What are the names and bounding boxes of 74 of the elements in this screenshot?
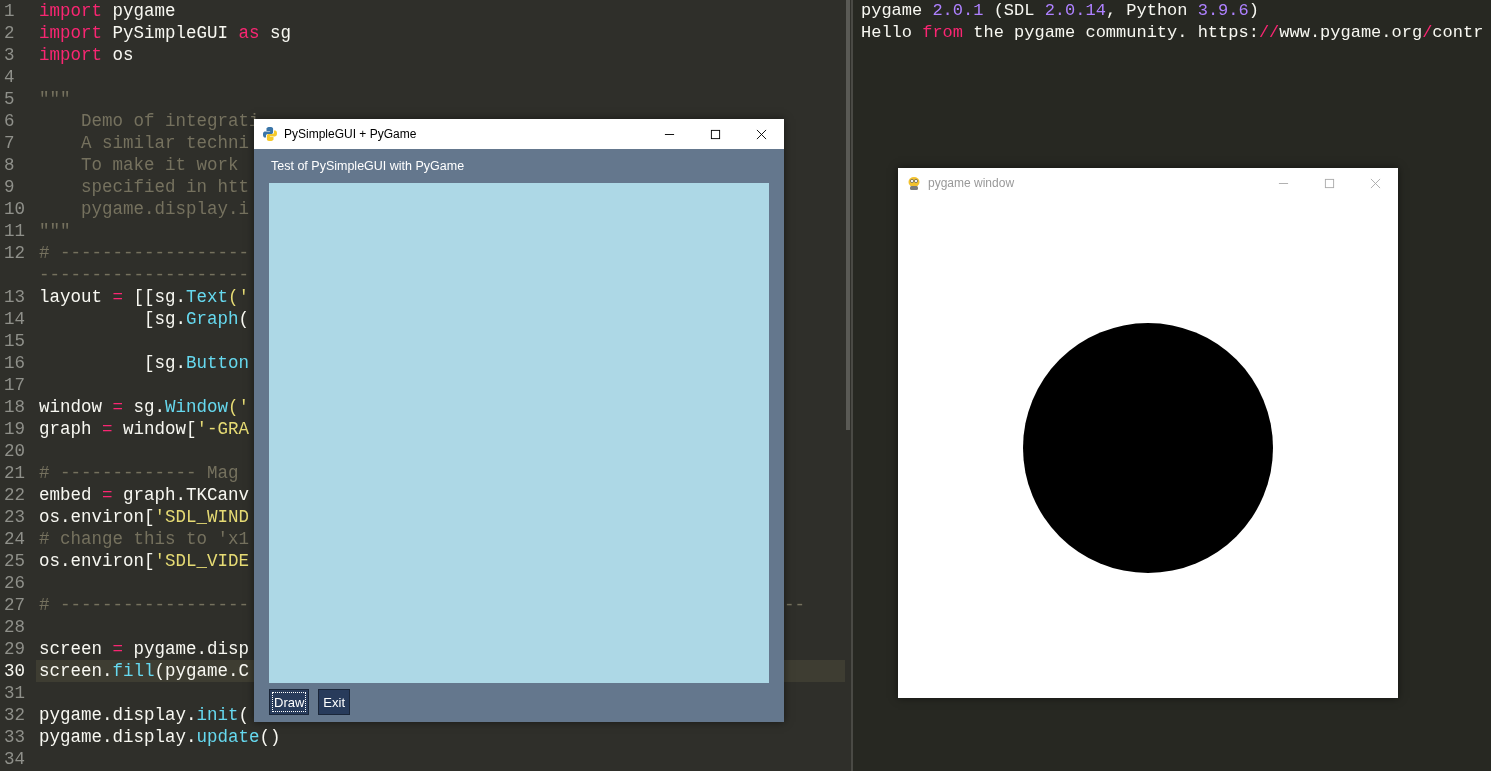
line-number: 13 — [3, 286, 26, 308]
line-number: 4 — [3, 66, 16, 88]
line-number: 30 — [3, 660, 26, 682]
code-line: -------------------- — [39, 264, 250, 286]
code-line: A similar techni — [80, 132, 250, 154]
code-line: os.environ['SDL_VIDE — [39, 550, 250, 572]
line-number: 1 — [3, 0, 16, 22]
code-line: import PySimpleGUI as sg — [39, 22, 292, 44]
window-title: pygame window — [928, 176, 1016, 190]
console-line: pygame 2.0.1 (SDL 2.0.14, Python 3.9.6) — [861, 0, 1260, 22]
line-number: 19 — [3, 418, 26, 440]
line-number: 14 — [3, 308, 26, 330]
scrollbar[interactable] — [845, 0, 851, 771]
code-line: # ------------------ — [39, 594, 250, 616]
window-title: PySimpleGUI + PyGame — [284, 127, 418, 141]
line-number: 26 — [3, 572, 26, 594]
line-number: 21 — [3, 462, 26, 484]
code-line: os.environ['SDL_WIND — [39, 506, 250, 528]
code-line: window = sg.Window(' — [39, 396, 250, 418]
code-line: graph = window['-GRA — [39, 418, 250, 440]
line-number: 20 — [3, 440, 26, 462]
line-number: 34 — [3, 748, 26, 770]
line-number: 3 — [3, 44, 16, 66]
line-number: 10 — [3, 198, 26, 220]
line-number: 17 — [3, 374, 26, 396]
code-line: [sg.Graph( — [143, 308, 250, 330]
code-line: embed = graph.TKCanv — [39, 484, 250, 506]
app-icon — [906, 175, 922, 191]
line-number: 6 — [3, 110, 16, 132]
line-number: 33 — [3, 726, 26, 748]
close-icon[interactable] — [755, 128, 767, 140]
button[interactable]: Draw — [269, 689, 310, 715]
button[interactable]: Exit — [318, 689, 350, 715]
maximize-icon[interactable] — [709, 128, 721, 140]
line-number: 5 — [3, 88, 16, 110]
code-line: # ------------------ — [39, 242, 250, 264]
code-line: import os — [39, 44, 134, 66]
code-line: # ------------- Mag — [39, 462, 239, 484]
line-number: 2 — [3, 22, 16, 44]
line-number: 18 — [3, 396, 26, 418]
code-line: screen.fill(pygame.C — [39, 660, 250, 682]
code-line: specified in htt — [80, 176, 250, 198]
code-line: Demo of integrati — [80, 110, 260, 132]
code-line: screen = pygame.disp — [39, 638, 250, 660]
code-line: pygame.display.init( — [39, 704, 250, 726]
line-number: 28 — [3, 616, 26, 638]
line-number: 7 — [3, 132, 16, 154]
code-line: import pygame — [39, 0, 176, 22]
line-number: 25 — [3, 550, 26, 572]
window-label: Test of PySimpleGUI with PyGame — [271, 158, 466, 175]
python-logo-icon — [262, 126, 278, 142]
line-number: 29 — [3, 638, 26, 660]
code-line: pygame.display.i — [80, 198, 250, 220]
code-line: """ — [39, 88, 71, 110]
code-line: pygame.display.update() — [39, 726, 281, 748]
line-number: 9 — [3, 176, 16, 198]
line-number: 22 — [3, 484, 26, 506]
line-number: 32 — [3, 704, 26, 726]
line-number: 27 — [3, 594, 26, 616]
code-line: -- — [784, 594, 805, 616]
line-number: 24 — [3, 528, 26, 550]
code-line: To make it work — [80, 154, 239, 176]
line-number: 8 — [3, 154, 16, 176]
line-number: 15 — [3, 330, 26, 352]
line-number: 23 — [3, 506, 26, 528]
line-number: 31 — [3, 682, 26, 704]
line-number: 16 — [3, 352, 26, 374]
code-line: [sg.Button — [143, 352, 250, 374]
console-line: Hello from the pygame community. https://www.pygame.org/contr — [861, 22, 1485, 44]
line-number: 12 — [3, 242, 26, 264]
line-number: 11 — [3, 220, 26, 242]
code-line: layout = [[sg.Text(' — [39, 286, 250, 308]
code-line: """ — [39, 220, 71, 242]
code-line: # change this to 'x1 — [39, 528, 250, 550]
